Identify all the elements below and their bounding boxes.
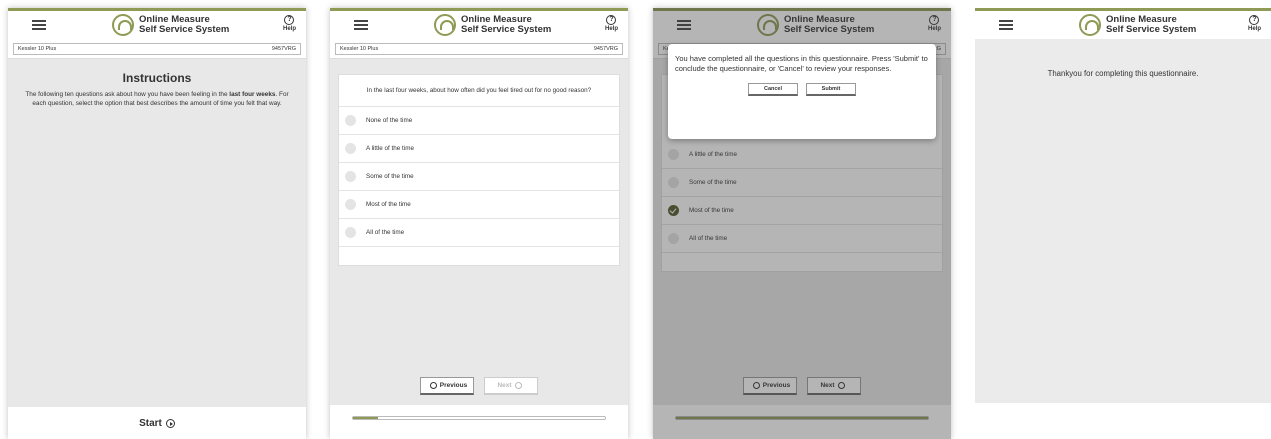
help-icon: ?	[606, 15, 617, 25]
question-navigation: Previous Next	[330, 377, 628, 395]
question-screen: Online Measure Self Service System ? Help …	[330, 8, 628, 439]
help-button[interactable]: ? Help	[605, 15, 618, 32]
answer-option-label: None of the time	[366, 117, 413, 124]
help-icon: ?	[1249, 15, 1260, 25]
completion-message: You have completed all the questions in …	[675, 54, 928, 73]
cancel-button[interactable]: Cancel	[748, 83, 798, 96]
hamburger-menu-icon[interactable]	[999, 20, 1013, 30]
radio-icon[interactable]	[345, 227, 356, 238]
answer-option-label: All of the time	[366, 229, 405, 236]
radio-icon[interactable]	[345, 143, 356, 154]
previous-button[interactable]: Previous	[420, 377, 474, 395]
start-button[interactable]: Start	[8, 407, 306, 439]
hamburger-menu-icon[interactable]	[354, 20, 368, 30]
app-logo: Online Measure Self Service System	[1079, 14, 1196, 36]
answer-option[interactable]: Most of the time	[339, 191, 619, 219]
radio-icon[interactable]	[345, 199, 356, 210]
app-logo: Online Measure Self Service System	[434, 14, 551, 36]
back-circle-icon	[429, 382, 437, 389]
forward-circle-icon	[514, 382, 522, 389]
logo-line2: Self Service System	[139, 24, 230, 35]
submit-button[interactable]: Submit	[806, 83, 856, 96]
next-label: Next	[497, 382, 512, 389]
submit-confirm-screen: Online Measure Self Service System ? Help …	[653, 8, 951, 439]
answer-option[interactable]: None of the time	[339, 107, 619, 135]
help-label: Help	[1247, 26, 1261, 32]
logo-line2: Self Service System	[1106, 24, 1197, 35]
hamburger-menu-icon[interactable]	[32, 20, 46, 30]
measure-info-bar: Kessler 10 Plus 9457VRG	[8, 39, 306, 59]
progress-area	[330, 405, 628, 439]
app-header: Online Measure Self Service System ? Help	[8, 11, 306, 39]
thankyou-message: Thankyou for completing this questionnai…	[1047, 69, 1199, 78]
instructions-screen: Online Measure Self Service System ? Help …	[8, 8, 306, 439]
answer-option-label: A little of the time	[366, 145, 414, 152]
question-text: In the last four weeks, about how often …	[339, 75, 619, 107]
footer-area	[975, 403, 1271, 439]
measure-name: Kessler 10 Plus	[340, 46, 379, 52]
measure-code: 9457VRG	[271, 46, 296, 52]
app-logo: Online Measure Self Service System	[112, 14, 229, 36]
app-header: Online Measure Self Service System ? Help	[330, 11, 628, 39]
logo-mark-icon	[1079, 14, 1101, 36]
help-button[interactable]: ? Help	[283, 15, 296, 32]
radio-icon[interactable]	[345, 115, 356, 126]
instructions-text: The following ten questions ask about ho…	[25, 91, 289, 107]
logo-line2: Self Service System	[461, 24, 552, 35]
progress-track	[352, 416, 606, 420]
measure-info-bar: Kessler 10 Plus 9457VRG	[330, 39, 628, 59]
answer-option-label: Some of the time	[366, 173, 414, 180]
question-card: In the last four weeks, about how often …	[338, 74, 620, 266]
help-button[interactable]: ? Help	[1248, 15, 1261, 32]
answer-option[interactable]: A little of the time	[339, 135, 619, 163]
instructions-heading: Instructions	[122, 71, 192, 85]
answer-option[interactable]: Some of the time	[339, 163, 619, 191]
completion-dialog: You have completed all the questions in …	[668, 44, 936, 139]
radio-icon[interactable]	[345, 171, 356, 182]
answer-option-label: Most of the time	[366, 201, 411, 208]
instructions-block: Instructions The following ten questions…	[8, 59, 306, 120]
help-label: Help	[282, 26, 296, 32]
help-label: Help	[604, 26, 618, 32]
logo-mark-icon	[112, 14, 134, 36]
start-label: Start	[139, 417, 162, 429]
measure-name: Kessler 10 Plus	[18, 46, 57, 52]
answer-option[interactable]: All of the time	[339, 219, 619, 247]
progress-fill	[353, 417, 379, 419]
previous-label: Previous	[439, 382, 468, 389]
play-circle-icon	[165, 418, 175, 428]
logo-mark-icon	[434, 14, 456, 36]
app-header: Online Measure Self Service System ? Help	[975, 11, 1271, 39]
help-icon: ?	[284, 15, 295, 25]
measure-code: 9457VRG	[593, 46, 618, 52]
thankyou-screen: Online Measure Self Service System ? Help …	[975, 8, 1271, 439]
next-button[interactable]: Next	[484, 377, 538, 395]
